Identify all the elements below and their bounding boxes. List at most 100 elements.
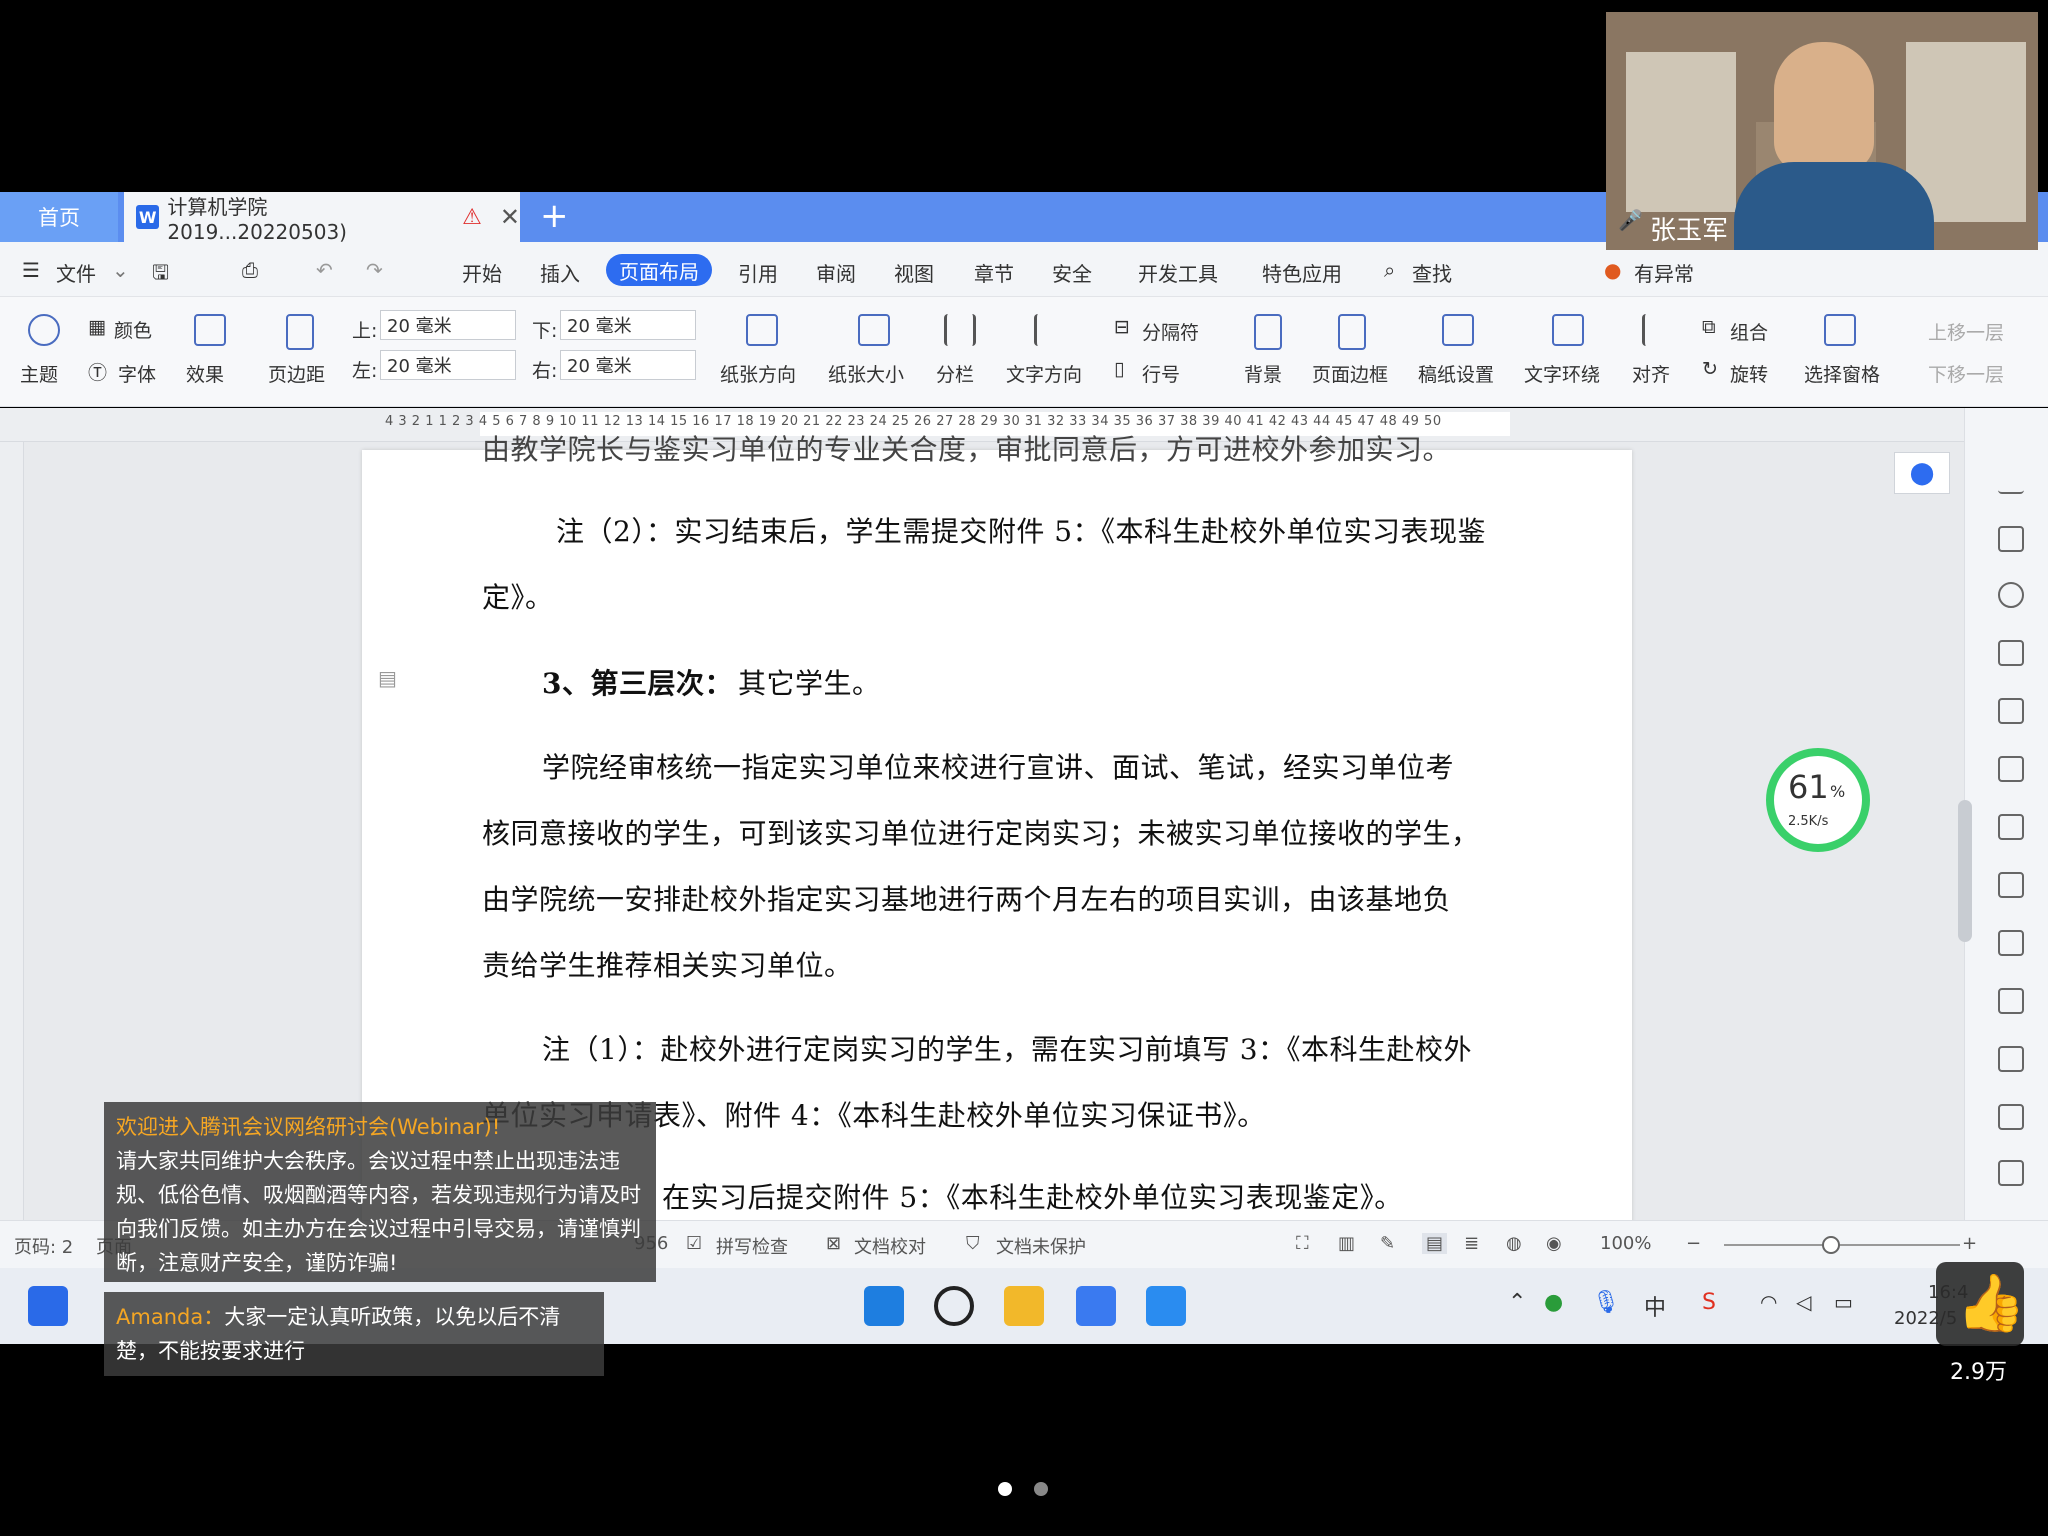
menu-features[interactable]: 特色应用 — [1262, 258, 1342, 287]
sogou-icon[interactable]: S — [1702, 1290, 1716, 1315]
spell-check-button[interactable]: 拼写检查 — [716, 1233, 788, 1259]
spell-check-icon[interactable]: ☑ — [686, 1233, 702, 1254]
table-icon[interactable] — [1998, 698, 2024, 724]
tab-home[interactable]: 首页 — [0, 192, 118, 242]
menu-security[interactable]: 安全 — [1052, 258, 1092, 287]
font-button[interactable]: 字体 — [118, 360, 156, 387]
share-icon[interactable] — [1998, 988, 2024, 1014]
search-icon[interactable]: ⌕ — [1384, 258, 1395, 282]
zoom-in-icon[interactable]: + — [1962, 1233, 1977, 1254]
scrollbar-thumb[interactable] — [1958, 800, 1972, 942]
background-icon[interactable] — [1254, 314, 1282, 350]
print-icon[interactable]: ⎙ — [242, 258, 258, 282]
bottom-margin-input[interactable]: 20 毫米 — [560, 310, 696, 340]
proofread-button[interactable]: 文档校对 — [854, 1233, 926, 1259]
text-direction-button[interactable]: 文字方向 — [1006, 360, 1082, 387]
file-explorer-icon[interactable] — [1004, 1286, 1044, 1326]
proofread-icon[interactable]: ⊠ — [826, 1233, 841, 1254]
paragraph-menu-icon[interactable]: ▤ — [378, 666, 397, 690]
send-backward-button[interactable]: 下移一层 — [1928, 360, 2004, 387]
paper-size-icon[interactable] — [858, 314, 890, 346]
wps-taskbar-icon[interactable] — [1076, 1286, 1116, 1326]
eye-care-icon[interactable]: ◉ — [1546, 1233, 1562, 1254]
menu-reference[interactable]: 引用 — [738, 258, 778, 287]
rotate-icon[interactable]: ↻ — [1702, 358, 1718, 380]
volume-icon[interactable]: ◁ — [1796, 1290, 1811, 1314]
color-button[interactable]: 颜色 — [114, 316, 152, 343]
fullscreen-icon[interactable]: ⛶ — [1296, 1233, 1309, 1254]
web-view-icon[interactable]: ◍ — [1506, 1233, 1522, 1254]
columns-icon[interactable] — [944, 314, 976, 346]
undo-icon[interactable]: ↶ — [316, 258, 333, 282]
group-icon[interactable]: ⧉ — [1702, 316, 1716, 338]
widgets-icon[interactable] — [28, 1286, 68, 1326]
color-icon[interactable]: ▦ — [88, 316, 106, 338]
shape-icon[interactable] — [1998, 582, 2024, 608]
columns-button[interactable]: 分栏 — [936, 360, 974, 387]
right-margin-input[interactable]: 20 毫米 — [560, 350, 696, 380]
font-icon[interactable]: Ⓣ — [88, 358, 107, 385]
effect-button[interactable]: 效果 — [186, 360, 224, 387]
read-mode-icon[interactable]: ▥ — [1338, 1233, 1355, 1254]
settings-icon[interactable] — [1998, 872, 2024, 898]
zoom-slider-thumb[interactable] — [1822, 1236, 1840, 1254]
alert-icon[interactable]: ● — [1604, 258, 1621, 282]
group-button[interactable]: 组合 — [1730, 318, 1768, 345]
tray-app-icon[interactable]: ● — [1544, 1290, 1563, 1315]
pen-icon[interactable] — [1998, 468, 2024, 494]
chart-icon[interactable] — [1998, 814, 2024, 840]
tray-expand-icon[interactable]: ⌃ — [1508, 1290, 1526, 1315]
outline-view-icon[interactable]: ≣ — [1464, 1233, 1479, 1254]
write-mode-icon[interactable]: ✎ — [1380, 1233, 1395, 1254]
align-icon[interactable] — [1642, 314, 1674, 346]
close-icon[interactable]: ✕ — [500, 203, 520, 231]
theme-icon[interactable] — [28, 314, 60, 346]
translate-icon[interactable] — [1998, 1046, 2024, 1072]
text-direction-icon[interactable] — [1034, 314, 1066, 346]
anomaly-status[interactable]: 有异常 — [1634, 258, 1694, 287]
apps-icon[interactable] — [1998, 756, 2024, 782]
separator-icon[interactable]: ⊟ — [1114, 316, 1130, 338]
effect-icon[interactable] — [194, 314, 226, 346]
select-pane-button[interactable]: 选择窗格 — [1804, 360, 1880, 387]
start-menu-icon[interactable] — [864, 1286, 904, 1326]
format-icon[interactable] — [1998, 640, 2024, 666]
tab-document[interactable]: W 计算机学院2019...20220503) ⚠ ✕ — [124, 192, 520, 244]
rotate-button[interactable]: 旋转 — [1730, 360, 1768, 387]
menu-view[interactable]: 视图 — [894, 258, 934, 287]
page-border-icon[interactable] — [1338, 314, 1366, 350]
manuscript-button[interactable]: 稿纸设置 — [1418, 360, 1494, 387]
left-margin-input[interactable]: 20 毫米 — [380, 350, 516, 380]
menu-review[interactable]: 审阅 — [816, 258, 856, 287]
new-tab-button[interactable]: + — [540, 196, 569, 236]
text-wrap-icon[interactable] — [1552, 314, 1584, 346]
menu-search[interactable]: 查找 — [1412, 258, 1452, 287]
bring-forward-button[interactable]: 上移一层 — [1928, 318, 2004, 345]
top-margin-input[interactable]: 20 毫米 — [380, 310, 516, 340]
menu-page-layout[interactable]: 页面布局 — [606, 254, 712, 286]
zoom-out-icon[interactable]: − — [1686, 1233, 1701, 1254]
wifi-icon[interactable]: ◠ — [1760, 1290, 1777, 1314]
margin-button[interactable]: 页边距 — [268, 360, 325, 387]
hamburger-icon[interactable]: ☰ — [22, 258, 40, 282]
warning-icon[interactable]: ⚠ — [462, 205, 482, 230]
separator-button[interactable]: 分隔符 — [1142, 318, 1199, 345]
shield-icon[interactable]: ⛉ — [966, 1233, 980, 1254]
text-wrap-button[interactable]: 文字环绕 — [1524, 360, 1600, 387]
menu-dev-tools[interactable]: 开发工具 — [1138, 258, 1218, 287]
image-icon[interactable] — [1998, 930, 2024, 956]
line-number-button[interactable]: 行号 — [1142, 360, 1180, 387]
chevron-down-icon[interactable]: ⌄ — [112, 258, 129, 282]
menu-insert[interactable]: 插入 — [540, 258, 580, 287]
tencent-meeting-icon[interactable] — [1146, 1286, 1186, 1326]
page-dot-active[interactable] — [998, 1482, 1012, 1496]
microphone-icon[interactable]: 🎙 — [1592, 1290, 1620, 1315]
menu-file[interactable]: 文件 — [56, 258, 96, 287]
search-taskbar-icon[interactable] — [934, 1286, 974, 1326]
zoom-slider[interactable] — [1724, 1244, 1960, 1246]
background-button[interactable]: 背景 — [1244, 360, 1282, 387]
orientation-icon[interactable] — [746, 314, 778, 346]
archive-icon[interactable] — [1998, 1104, 2024, 1130]
battery-icon[interactable]: ▭ — [1834, 1290, 1853, 1314]
page-view-icon[interactable]: ▤ — [1422, 1233, 1448, 1254]
